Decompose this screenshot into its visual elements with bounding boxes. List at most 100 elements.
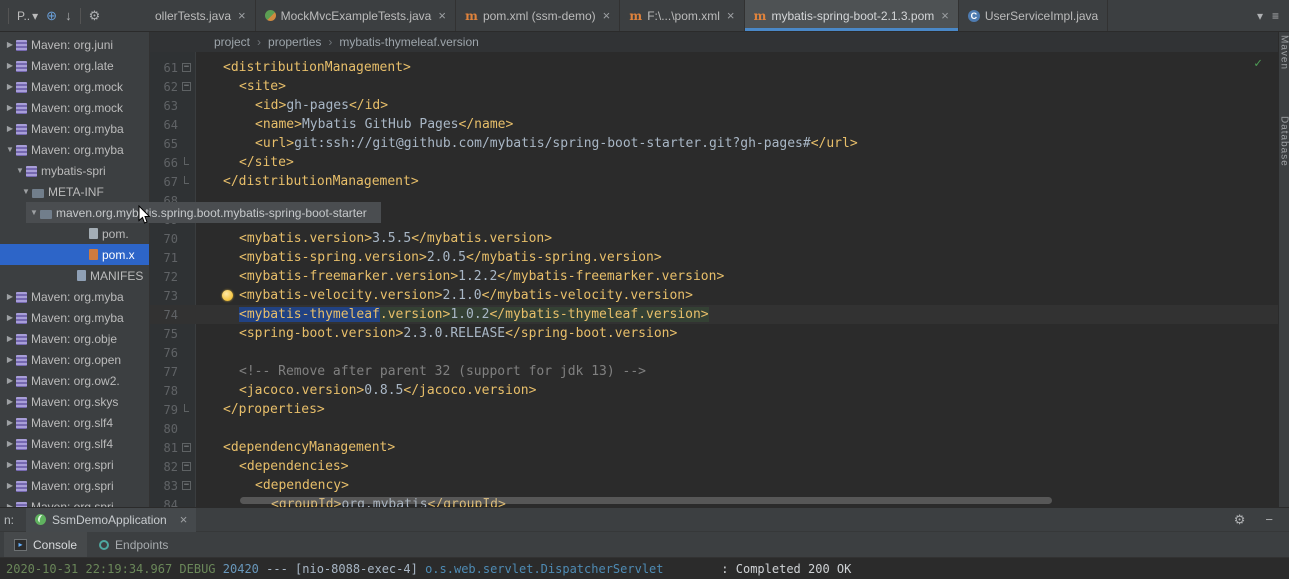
fold-marker[interactable] bbox=[178, 157, 195, 165]
console-output[interactable]: 2020-10-31 22:19:34.967 DEBUG 20420 --- … bbox=[0, 557, 1289, 579]
tree-row[interactable]: ▼ META-INF bbox=[0, 181, 149, 202]
tree-row[interactable]: ▶ Maven: org.spri bbox=[0, 475, 149, 496]
code-line[interactable]: 72 <mybatis-freemarker.version>1.2.2</myb… bbox=[150, 267, 1278, 286]
inspections-ok-icon[interactable]: ✓ bbox=[1254, 56, 1262, 71]
run-config-selector[interactable]: P.. ▾ bbox=[17, 9, 38, 23]
tree-row[interactable]: ▶ Maven: org.mock bbox=[0, 97, 149, 118]
expanded-arrow-icon[interactable]: ▼ bbox=[20, 187, 32, 196]
code-line[interactable]: 79 </properties> bbox=[150, 400, 1278, 419]
tree-row[interactable]: ▼ Maven: org.myba bbox=[0, 139, 149, 160]
expanded-arrow-icon[interactable]: ▼ bbox=[4, 145, 16, 154]
editor-tab[interactable]: m pom.xml (ssm-demo) × bbox=[456, 0, 621, 31]
fold-marker[interactable]: − bbox=[178, 63, 195, 72]
horizontal-scrollbar[interactable] bbox=[240, 497, 1052, 504]
tree-row[interactable]: ▶ Maven: org.ow2. bbox=[0, 370, 149, 391]
update-project-icon[interactable]: ↓ bbox=[65, 9, 72, 22]
fold-end-icon[interactable] bbox=[184, 157, 189, 165]
fold-marker[interactable] bbox=[178, 176, 195, 184]
collapsed-arrow-icon[interactable]: ▶ bbox=[4, 334, 16, 343]
code-line[interactable]: 83− <dependency> bbox=[150, 476, 1278, 495]
settings-gear-icon[interactable]: ⚙ bbox=[89, 9, 101, 22]
close-icon[interactable]: × bbox=[727, 9, 735, 22]
settings-gear-icon[interactable]: ⚙ bbox=[1234, 513, 1246, 526]
tree-row[interactable]: ▶ Maven: org.myba bbox=[0, 118, 149, 139]
tree-row[interactable]: pom.x bbox=[0, 244, 149, 265]
close-icon[interactable]: × bbox=[941, 9, 949, 22]
tool-stripe-maven[interactable]: Maven bbox=[1279, 35, 1289, 70]
code-line[interactable]: 74 <mybatis-thymeleaf.version>1.0.2</myba… bbox=[150, 305, 1278, 324]
code-line[interactable]: 80 bbox=[150, 419, 1278, 438]
fold-marker[interactable]: − bbox=[178, 481, 195, 490]
collapsed-arrow-icon[interactable]: ▶ bbox=[4, 418, 16, 427]
tree-row[interactable]: ▶ Maven: org.juni bbox=[0, 34, 149, 55]
code-line[interactable]: 63 <id>gh-pages</id> bbox=[150, 96, 1278, 115]
collapsed-arrow-icon[interactable]: ▶ bbox=[4, 502, 16, 507]
code-line[interactable]: 62− <site> bbox=[150, 77, 1278, 96]
menu-icon[interactable]: ≡ bbox=[1272, 10, 1279, 22]
collapsed-arrow-icon[interactable]: ▶ bbox=[4, 103, 16, 112]
collapsed-arrow-icon[interactable]: ▶ bbox=[4, 376, 16, 385]
code-line[interactable]: 82− <dependencies> bbox=[150, 457, 1278, 476]
hide-panel-icon[interactable]: − bbox=[1265, 513, 1273, 526]
code-line[interactable]: 77 <!-- Remove after parent 32 (support f… bbox=[150, 362, 1278, 381]
code-line[interactable]: 73 <mybatis-velocity.version>2.1.0</mybat… bbox=[150, 286, 1278, 305]
editor-tab[interactable]: C UserServiceImpl.java bbox=[959, 0, 1109, 31]
tree-row[interactable]: ▶ Maven: org.late bbox=[0, 55, 149, 76]
tree-row[interactable]: ▼ mybatis-spri bbox=[0, 160, 149, 181]
breadcrumb-item[interactable]: mybatis-thymeleaf.version bbox=[339, 35, 478, 49]
fold-marker[interactable]: − bbox=[178, 82, 195, 91]
expanded-arrow-icon[interactable]: ▼ bbox=[28, 208, 40, 217]
code-line[interactable]: 75 <spring-boot.version>2.3.0.RELEASE</sp… bbox=[150, 324, 1278, 343]
code-line[interactable]: 71 <mybatis-spring.version>2.0.5</mybatis… bbox=[150, 248, 1278, 267]
tree-row[interactable]: ▶ Maven: org.skys bbox=[0, 391, 149, 412]
console-tab-endpoints[interactable]: Endpoints bbox=[89, 532, 178, 557]
code-line[interactable]: 67 </distributionManagement> bbox=[150, 172, 1278, 191]
console-tab-console[interactable]: ▸ Console bbox=[4, 532, 88, 557]
collapsed-arrow-icon[interactable]: ▶ bbox=[4, 61, 16, 70]
tool-stripe-database[interactable]: Database bbox=[1279, 116, 1289, 167]
tree-row[interactable]: ▶ Maven: org.open bbox=[0, 349, 149, 370]
tree-row[interactable]: ▶ Maven: org.myba bbox=[0, 307, 149, 328]
code-editor[interactable]: 61− <distributionManagement> 62− <site> 63 <i… bbox=[150, 52, 1278, 507]
tree-row[interactable]: ▶ Maven: org.mock bbox=[0, 76, 149, 97]
tree-row[interactable]: MANIFES bbox=[0, 265, 149, 286]
close-icon[interactable]: × bbox=[603, 9, 611, 22]
fold-marker[interactable]: − bbox=[178, 462, 195, 471]
breadcrumb-item[interactable]: properties bbox=[268, 35, 321, 49]
code-line[interactable]: 70 <mybatis.version>3.5.5</mybatis.versio… bbox=[150, 229, 1278, 248]
fold-start-icon[interactable]: − bbox=[182, 443, 191, 452]
collapsed-arrow-icon[interactable]: ▶ bbox=[4, 481, 16, 490]
run-configuration-tab[interactable]: SsmDemoApplication × bbox=[26, 507, 197, 532]
code-line[interactable]: 78 <jacoco.version>0.8.5</jacoco.version> bbox=[150, 381, 1278, 400]
code-line[interactable]: 61− <distributionManagement> bbox=[150, 58, 1278, 77]
tree-row[interactable]: ▶ Maven: org.myba bbox=[0, 286, 149, 307]
fold-start-icon[interactable]: − bbox=[182, 82, 191, 91]
collapsed-arrow-icon[interactable]: ▶ bbox=[4, 40, 16, 49]
tree-row[interactable]: ▶ Maven: org.slf4 bbox=[0, 412, 149, 433]
editor-tab[interactable]: ollerTests.java × bbox=[146, 0, 256, 31]
expanded-arrow-icon[interactable]: ▼ bbox=[14, 166, 26, 175]
fold-end-icon[interactable] bbox=[184, 404, 189, 412]
tree-row-hover-band[interactable]: ▼ maven.org.mybatis.spring.boot.mybatis-s… bbox=[26, 202, 381, 223]
fold-marker[interactable] bbox=[178, 404, 195, 412]
collapsed-arrow-icon[interactable]: ▶ bbox=[4, 355, 16, 364]
chevron-down-icon[interactable]: ▾ bbox=[1257, 10, 1263, 22]
tree-row[interactable]: pom. bbox=[0, 223, 149, 244]
collapsed-arrow-icon[interactable]: ▶ bbox=[4, 292, 16, 301]
fold-end-icon[interactable] bbox=[184, 176, 189, 184]
tree-row[interactable]: ▼ maven.org.mybatis.spring.boot.mybatis-s… bbox=[0, 202, 381, 223]
collapsed-arrow-icon[interactable]: ▶ bbox=[4, 313, 16, 322]
code-line[interactable]: 76 bbox=[150, 343, 1278, 362]
tree-row[interactable]: ▶ Maven: org.obje bbox=[0, 328, 149, 349]
collapsed-arrow-icon[interactable]: ▶ bbox=[4, 82, 16, 91]
editor-tab[interactable]: m F:\...\pom.xml × bbox=[620, 0, 745, 31]
close-icon[interactable]: × bbox=[180, 513, 188, 526]
code-line[interactable]: 65 <url>git:ssh://git@github.com/mybatis/… bbox=[150, 134, 1278, 153]
breadcrumb-item[interactable]: project bbox=[214, 35, 250, 49]
tree-row[interactable]: ▶ Maven: org.spri bbox=[0, 496, 149, 507]
services-compass-icon[interactable]: ⊕ bbox=[46, 9, 57, 22]
collapsed-arrow-icon[interactable]: ▶ bbox=[4, 460, 16, 469]
intention-bulb-icon[interactable] bbox=[222, 290, 233, 301]
close-icon[interactable]: × bbox=[238, 9, 246, 22]
fold-marker[interactable]: − bbox=[178, 443, 195, 452]
